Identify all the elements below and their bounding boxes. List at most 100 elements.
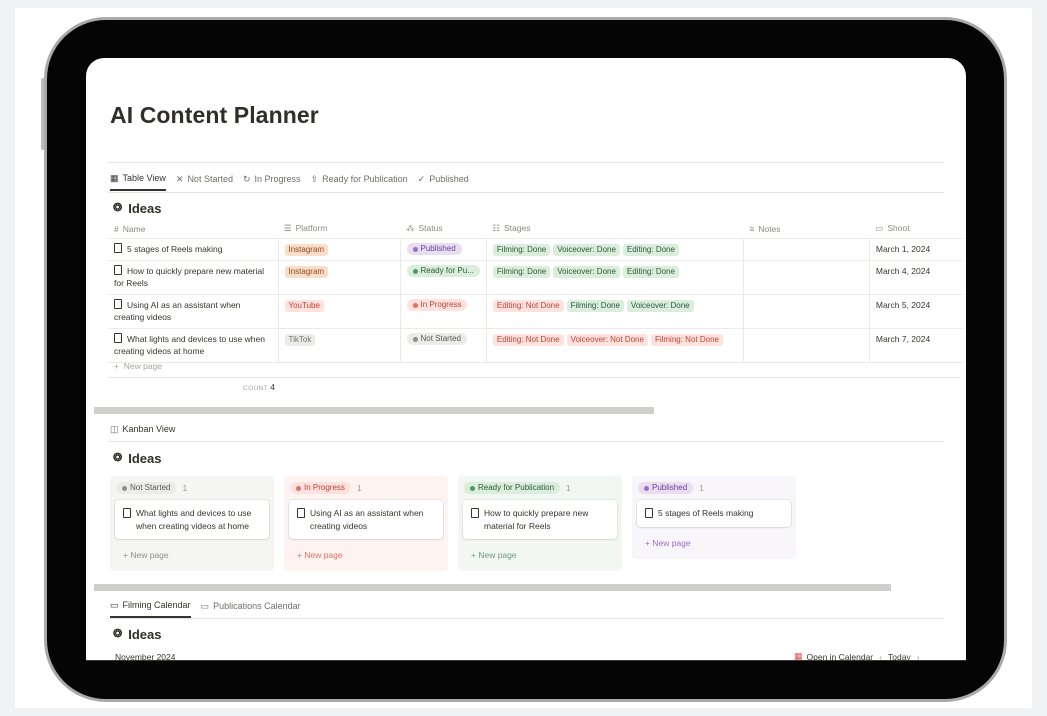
column-header[interactable]: ▭ Shoot [869,220,964,239]
column-header[interactable]: ☷ Stages [486,220,744,239]
page-icon [123,508,131,518]
kanban-column-header[interactable]: Not Started 1 [115,482,269,494]
name-cell[interactable]: What lights and devices to use when crea… [108,328,279,363]
status-dot [470,485,475,491]
page-icon [114,242,122,253]
tab-label: In Progress [254,174,301,184]
status-label: In Progress [420,300,462,309]
plus-icon: + [114,361,119,371]
column-label: Stages [503,223,531,234]
name-cell[interactable]: Using AI as an assistant when creating v… [108,294,279,329]
platform-tag: Instagram [284,265,329,278]
status-badge: Ready for Pu... [406,265,480,277]
status-cell[interactable]: Not Started [400,328,487,363]
hash-icon: # [114,223,119,234]
shoot-date-cell[interactable]: March 7, 2024 [869,328,964,363]
name-cell[interactable]: How to quickly prepare new material for … [108,260,279,295]
kanban-card[interactable]: What lights and devices to use when crea… [115,500,269,539]
column-label: Notes [758,223,781,234]
status-badge: In Progress [406,299,468,311]
kanban-new-page-button[interactable]: + New page [637,532,791,553]
platform-cell[interactable]: Instagram [278,260,401,295]
count-value: 4 [270,382,276,392]
kanban-column-header[interactable]: Published 1 [637,482,791,494]
kanban-card[interactable]: How to quickly prepare new material for … [463,500,617,539]
platform-cell[interactable]: Instagram [278,238,401,261]
kanban-column-header[interactable]: In Progress 1 [289,482,443,494]
status-cell[interactable]: Ready for Pu... [400,260,487,295]
horizontal-scrollbar[interactable] [94,584,891,591]
new-page-label: New page [304,550,343,560]
new-page-label: New page [478,550,517,560]
notes-cell[interactable] [743,328,870,363]
table-new-page-button[interactable]: + New page [114,361,162,371]
new-page-label: New page [123,361,162,371]
shoot-date-cell[interactable]: March 1, 2024 [869,238,964,261]
stages-cell[interactable]: Filming: Done Voiceover: Done Editing: Don… [486,238,744,261]
checklist-icon: ☷ [492,223,500,234]
calendar-db-title: ❂ Ideas [113,627,161,642]
tab-calendar-view[interactable]: ▭ Filming Calendar [110,600,191,618]
status-cell[interactable]: Published [400,238,487,261]
notes-cell[interactable] [743,294,870,329]
table-row[interactable]: Using AI as an assistant when creating v… [108,294,964,329]
kanban-card[interactable]: Using AI as an assistant when creating v… [289,500,443,539]
db-title-text: Ideas [128,627,162,642]
tab-view[interactable]: ↻ In Progress [243,173,301,191]
status-badge: Not Started [406,333,467,345]
table-row[interactable]: How to quickly prepare new material for … [108,260,964,295]
status-dot [412,268,418,274]
kanban-new-page-button[interactable]: + New page [463,545,617,565]
tab-label: Ready for Publication [322,174,408,184]
notes-cell[interactable] [743,260,870,295]
notes-cell[interactable] [743,238,870,261]
kanban-new-page-button[interactable]: + New page [289,545,443,565]
stages-cell[interactable]: Filming: Done Voiceover: Done Editing: Don… [486,260,744,295]
card-title: 5 stages of Reels making [658,508,754,518]
stages-cell[interactable]: Editing: Not Done Filming: Done Voiceover:… [486,294,744,329]
status-icon: ⁂ [406,223,415,234]
tab-label: Kanban View [122,424,176,434]
lightbulb-icon: ❂ [113,628,123,640]
horizontal-scrollbar[interactable] [94,407,654,414]
tab-label: Not Started [187,174,233,184]
table-row[interactable]: What lights and devices to use when crea… [108,328,964,363]
column-count: 1 [182,483,188,493]
platform-cell[interactable]: TikTok [278,328,401,363]
column-label: Shoot [887,223,910,234]
stages-cell[interactable]: Editing: Not Done Voiceover: Not Done Film… [486,328,744,363]
kanban-column: Not Started 1 What lights and devices to u… [110,476,274,571]
column-header[interactable]: ☰ Platform [278,220,400,239]
tab-view[interactable]: ▦ Table View [110,173,166,191]
page-icon [114,298,122,309]
status-cell[interactable]: In Progress [400,294,487,329]
kanban-column-header[interactable]: Ready for Publication 1 [463,482,617,494]
column-count: 1 [699,483,704,493]
shoot-date-cell[interactable]: March 5, 2024 [869,294,964,329]
table-row[interactable]: 5 stages of Reels making Instagram Publish… [108,238,964,261]
shoot-date-cell[interactable]: March 4, 2024 [869,260,964,295]
kanban-column: Published 1 5 stages of Reels making + New … [632,476,796,559]
column-header[interactable]: ⁂ Status [400,220,487,239]
tab-calendar-view[interactable]: ▭ Publications Calendar [201,600,301,618]
tab-view[interactable]: ⇪ Ready for Publication [311,173,408,191]
column-label: Not Started [130,483,171,492]
refresh-icon: ↻ [242,173,251,184]
kanban-column: In Progress 1 Using AI as an assistant whe… [284,476,448,571]
tab-kanban-view[interactable]: ◫ Kanban View [110,424,175,440]
row-name: Using AI as an assistant when creating v… [114,299,241,323]
db-title-text: Ideas [128,451,162,466]
kanban-card[interactable]: 5 stages of Reels making [637,500,791,527]
kanban-new-page-button[interactable]: + New page [115,545,269,565]
column-header[interactable]: # Name [108,220,278,239]
tab-view[interactable]: ✓ Published [418,173,469,191]
name-cell[interactable]: 5 stages of Reels making [108,238,279,261]
platform-cell[interactable]: YouTube [278,294,401,329]
tab-view[interactable]: ✕ Not Started [176,173,233,191]
stage-tag: Voiceover: Not Done [566,333,648,346]
stage-tag: Voiceover: Done [626,299,694,312]
card-title: How to quickly prepare new material for … [484,508,589,531]
new-page-label: New page [652,537,691,548]
column-header[interactable]: ≡ Notes [743,220,870,239]
ideas-table: # Name ☰ Platform ⁂ Status ☷ Stages ≡ Notes ▭ Shoot… [108,220,964,363]
